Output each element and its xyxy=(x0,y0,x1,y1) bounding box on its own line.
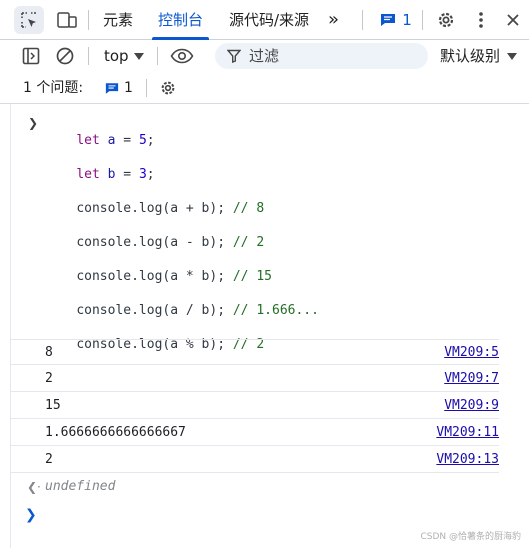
issues-bar: 1 个问题: 1 xyxy=(0,72,529,104)
devtools-tabbar: 元素 控制台 源代码/来源 » 1 xyxy=(0,0,529,40)
source-link[interactable]: VM209:11 xyxy=(436,420,499,446)
context-label: top xyxy=(104,47,129,65)
log-row: 2 VM209:7 xyxy=(11,366,499,392)
dropdown-arrow-icon xyxy=(134,53,144,60)
close-icon[interactable] xyxy=(503,8,523,32)
filter-input[interactable]: 过滤 xyxy=(215,43,428,69)
settings-gear-icon[interactable] xyxy=(434,8,458,32)
dropdown-arrow-icon xyxy=(507,53,517,60)
log-value: 1.6666666666666667 xyxy=(45,425,186,440)
log-row: 2 VM209:13 xyxy=(11,447,499,473)
message-icon xyxy=(381,14,396,26)
issues-count: 1 xyxy=(124,80,133,96)
input-chevron-icon: ❯ xyxy=(28,116,39,130)
return-value: undefined xyxy=(45,479,116,494)
watermark: CSDN @恰薯条的厨海豹 xyxy=(420,532,521,542)
device-toolbar-icon[interactable] xyxy=(54,6,80,34)
log-value: 2 xyxy=(45,371,53,386)
log-value: 2 xyxy=(45,452,53,467)
source-link[interactable]: VM209:13 xyxy=(436,447,499,473)
clear-console-icon[interactable] xyxy=(54,45,76,67)
sidebar-toggle-icon[interactable] xyxy=(20,45,42,67)
issues-badge-button[interactable]: 1 xyxy=(378,6,414,34)
source-link[interactable]: VM209:9 xyxy=(444,393,499,419)
filter-funnel-icon xyxy=(227,49,241,63)
toolbar-separator xyxy=(157,47,158,65)
tab-sources[interactable]: 源代码/来源 xyxy=(229,0,309,40)
log-value: 15 xyxy=(45,398,61,413)
toolbar-separator xyxy=(88,47,89,65)
log-value: 8 xyxy=(45,345,53,360)
issues-count: 1 xyxy=(402,11,412,29)
tabbar-separator xyxy=(362,10,363,30)
inspect-element-icon[interactable] xyxy=(14,6,44,34)
tabbar-separator xyxy=(422,10,423,30)
return-arrow-icon: ❮· xyxy=(27,480,41,494)
tab-elements[interactable]: 元素 xyxy=(103,0,133,40)
console-output[interactable]: ❯ let a = 5; let b = 3; console.log(a + … xyxy=(0,104,529,548)
log-levels-label: 默认级别 xyxy=(440,47,501,65)
console-gutter xyxy=(10,104,11,548)
log-row: 15 VM209:9 xyxy=(11,393,499,419)
filter-placeholder: 过滤 xyxy=(249,47,280,65)
tab-console[interactable]: 控制台 xyxy=(151,0,210,40)
issuebar-separator xyxy=(146,79,147,97)
console-prompt-chevron-icon[interactable]: ❯ xyxy=(25,506,37,524)
message-icon xyxy=(105,83,119,94)
log-row: 8 VM209:5 xyxy=(11,339,499,365)
more-options-icon[interactable] xyxy=(472,8,490,32)
more-tabs-button[interactable]: » xyxy=(328,0,339,40)
source-link[interactable]: VM209:5 xyxy=(444,340,499,366)
live-expression-eye-icon[interactable] xyxy=(169,45,195,67)
console-settings-gear-icon[interactable] xyxy=(157,77,179,99)
log-row: 1.6666666666666667 VM209:11 xyxy=(11,420,499,446)
source-link[interactable]: VM209:7 xyxy=(444,366,499,392)
console-toolbar: top 过滤 默认级别 xyxy=(0,40,529,72)
tabbar-separator xyxy=(88,10,89,30)
issues-label: 1 个问题: xyxy=(23,80,84,96)
